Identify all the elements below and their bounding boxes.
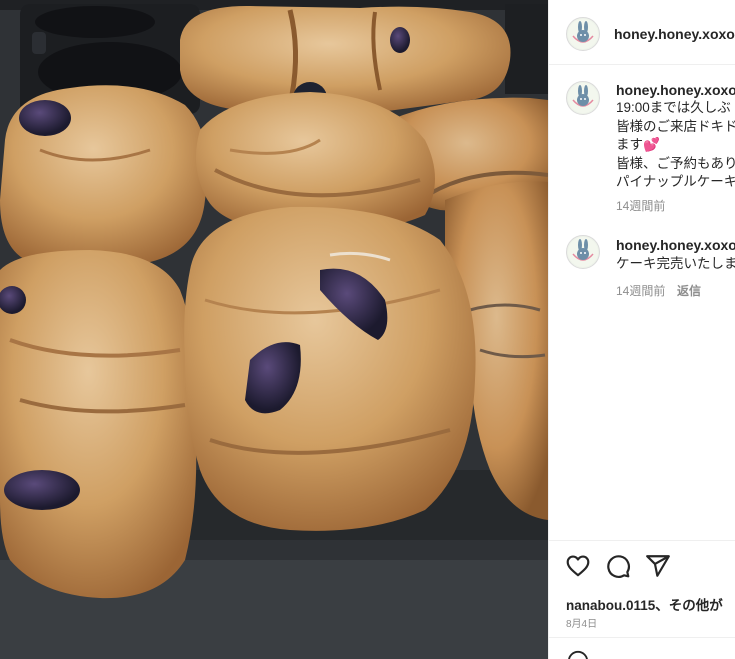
emoji-icon[interactable] bbox=[567, 650, 589, 659]
comment-line: ます💕 bbox=[616, 137, 660, 152]
post-image[interactable] bbox=[0, 0, 548, 659]
share-icon[interactable] bbox=[645, 553, 671, 579]
heart-icon[interactable] bbox=[565, 553, 591, 579]
action-bar: nanabou.0115、その他が 8月4日 bbox=[549, 540, 735, 659]
rabbit-logo-icon bbox=[568, 83, 598, 113]
bread-photo bbox=[0, 0, 548, 659]
avatar[interactable] bbox=[566, 17, 600, 51]
rabbit-logo-icon bbox=[568, 237, 598, 267]
comment-time[interactable]: 14週間前 bbox=[616, 282, 665, 299]
comment-line: ケーキ完売いたしま bbox=[616, 256, 735, 271]
likes-text[interactable]: nanabou.0115、その他が bbox=[566, 594, 723, 614]
post-date[interactable]: 8月4日 bbox=[566, 615, 597, 630]
avatar[interactable] bbox=[566, 81, 600, 115]
header-username[interactable]: honey.honey.xoxo bbox=[614, 26, 735, 42]
comment-username[interactable]: honey.honey.xoxo bbox=[616, 237, 735, 253]
add-comment-area[interactable] bbox=[549, 637, 735, 659]
avatar[interactable] bbox=[566, 235, 600, 269]
rabbit-logo-icon bbox=[568, 19, 598, 49]
comments-panel: honey.honey.xoxo honey.honey.xoxo 19:00ま… bbox=[548, 0, 735, 659]
comment-line: 皆様のご来店ドキド bbox=[616, 119, 735, 134]
comment-icon[interactable] bbox=[605, 553, 631, 579]
post-header: honey.honey.xoxo bbox=[549, 0, 735, 65]
comment-line: 皆様、ご予約もあり bbox=[616, 156, 735, 171]
comment-time[interactable]: 14週間前 bbox=[616, 197, 665, 214]
comment-username[interactable]: honey.honey.xoxo bbox=[616, 82, 735, 98]
comment-line: パイナップルケーキ bbox=[616, 174, 735, 189]
comment-line: 19:00までは久しぶ bbox=[616, 100, 731, 115]
reply-button[interactable]: 返信 bbox=[677, 282, 701, 299]
